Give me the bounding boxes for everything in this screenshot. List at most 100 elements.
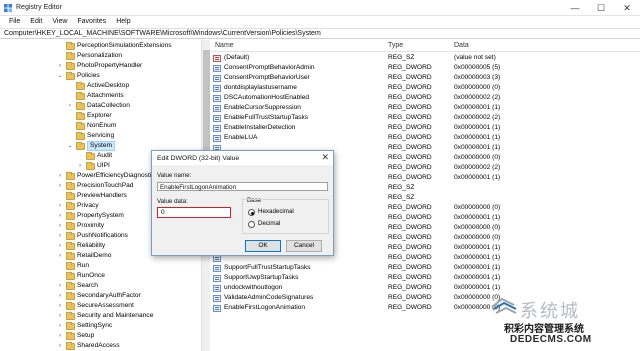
tree-item[interactable]: Explorer <box>0 111 200 121</box>
value-row[interactable]: dontdisplaylastusername REG_DWORD 0x000000… <box>211 83 640 93</box>
value-type: REG_DWORD <box>388 84 432 91</box>
tree-item-label: Run <box>77 262 90 269</box>
radio-selected-icon[interactable] <box>248 209 255 216</box>
tree-item[interactable]: Servicing <box>0 131 200 141</box>
column-name-header[interactable]: Name <box>215 42 234 49</box>
chevron-right-icon[interactable]: › <box>56 321 64 331</box>
tree-item-label: SecondaryAuthFactor <box>77 292 141 299</box>
value-row[interactable]: EnableFullTrustStartupTasks REG_DWORD 0x00… <box>211 113 640 123</box>
column-data-header[interactable]: Data <box>454 42 469 49</box>
chevron-right-icon[interactable]: › <box>56 291 64 301</box>
chevron-right-icon[interactable]: › <box>56 311 64 321</box>
value-type: REG_DWORD <box>388 104 432 111</box>
chevron-right-icon[interactable]: › <box>56 331 64 341</box>
chevron-right-icon[interactable]: › <box>56 341 64 351</box>
tree-item-label: Search <box>77 282 98 289</box>
value-name-field[interactable]: EnableFirstLogonAnimation <box>157 182 328 191</box>
tree-item[interactable]: ⌄ Policies <box>0 71 200 81</box>
tree-item[interactable]: › SettingSync <box>0 321 200 331</box>
chevron-right-icon[interactable]: › <box>76 161 84 171</box>
chevron-right-icon[interactable]: › <box>56 301 64 311</box>
value-row[interactable]: ConsentPromptBehaviorUser REG_DWORD 0x0000… <box>211 73 640 83</box>
dword-value-icon <box>213 75 221 82</box>
tree-item[interactable]: › SecondaryAuthFactor <box>0 291 200 301</box>
value-data: 0x00000001 (1) <box>454 104 501 111</box>
value-row[interactable]: ConsentPromptBehaviorAdmin REG_DWORD 0x000… <box>211 63 640 73</box>
chevron-right-icon[interactable]: › <box>56 231 64 241</box>
watermark-url: DEDECMS.COM <box>510 334 592 345</box>
dword-value-icon <box>213 115 221 122</box>
tree-item[interactable]: › Setup <box>0 331 200 341</box>
tree-item[interactable]: PerceptionSimulationExtensions <box>0 41 200 51</box>
chevron-right-icon[interactable]: › <box>66 101 74 111</box>
tree-item-label: Explorer <box>87 112 112 119</box>
tree-item-label: SharedAccess <box>77 342 120 349</box>
chevron-right-icon[interactable]: › <box>56 171 64 181</box>
tree-item-label: PropertySystem <box>77 212 124 219</box>
folder-icon <box>66 182 75 190</box>
chevron-right-icon[interactable]: › <box>56 211 64 221</box>
cancel-button[interactable]: Cancel <box>286 240 322 252</box>
close-button[interactable]: ✕ <box>614 0 640 16</box>
tree-item[interactable]: › Security and Maintenance <box>0 311 200 321</box>
chevron-right-icon[interactable]: › <box>56 61 64 71</box>
radio-unselected-icon[interactable] <box>248 221 255 228</box>
menu-favorites[interactable]: Favorites <box>72 16 111 28</box>
tree-item[interactable]: › PhotoPropertyHandler <box>0 61 200 71</box>
value-data: 0x00000001 (1) <box>454 264 501 271</box>
tree-item[interactable]: RunOnce <box>0 271 200 281</box>
value-row[interactable]: SupportUwpStartupTasks REG_DWORD 0x0000000… <box>211 273 640 283</box>
tree-item[interactable]: › SharedAccess <box>0 341 200 351</box>
value-data-field[interactable]: 0 <box>157 207 231 218</box>
folder-icon <box>66 292 75 300</box>
value-name: EnableLUA <box>224 134 258 141</box>
value-data: 0x00000001 (1) <box>454 134 501 141</box>
folder-icon <box>76 102 85 110</box>
chevron-right-icon[interactable]: › <box>56 241 64 251</box>
menu-edit[interactable]: Edit <box>25 16 47 28</box>
chevron-right-icon[interactable]: › <box>56 221 64 231</box>
tree-item[interactable]: › SecureAssessment <box>0 301 200 311</box>
value-row[interactable]: SupportFullTrustStartupTasks REG_DWORD 0x0… <box>211 263 640 273</box>
chevron-right-icon[interactable]: › <box>56 181 64 191</box>
folder-icon <box>66 232 75 240</box>
menu-file[interactable]: File <box>4 16 25 28</box>
folder-icon <box>76 82 85 90</box>
menu-help[interactable]: Help <box>111 16 135 28</box>
value-row[interactable]: EnableCursorSuppression REG_DWORD 0x000000… <box>211 103 640 113</box>
tree-item-label: System <box>87 141 115 151</box>
chevron-right-icon[interactable]: › <box>56 281 64 291</box>
tree-item[interactable]: NonEnum <box>0 121 200 131</box>
chevron-down-icon[interactable]: ⌄ <box>56 71 64 81</box>
value-row[interactable]: (Default) REG_SZ (value not set) <box>211 53 640 63</box>
tree-item-label: PowerEfficiencyDiagnostic <box>77 172 155 179</box>
ok-button[interactable]: OK <box>245 240 281 252</box>
tree-item[interactable]: Personalization <box>0 51 200 61</box>
value-row[interactable]: undockwithoutlogon REG_DWORD 0x00000001 (1… <box>211 283 640 293</box>
tree-item[interactable]: ActiveDesktop <box>0 81 200 91</box>
value-row[interactable]: DSCAutomationHostEnabled REG_DWORD 0x00000… <box>211 93 640 103</box>
dialog-close-icon[interactable]: ✕ <box>321 152 329 163</box>
minimize-button[interactable]: — <box>562 0 588 16</box>
tree-item[interactable]: Run <box>0 261 200 271</box>
chevron-right-icon[interactable]: › <box>56 201 64 211</box>
value-row[interactable]: EnableInstallerDetection REG_DWORD 0x00000… <box>211 123 640 133</box>
folder-icon <box>66 242 75 250</box>
tree-item[interactable]: › Search <box>0 281 200 291</box>
chevron-right-icon[interactable]: › <box>56 251 64 261</box>
folder-icon <box>66 252 75 260</box>
dword-value-icon <box>213 125 221 132</box>
value-type: REG_SZ <box>388 194 415 201</box>
watermark-tagline: 积彩内容管理系统 <box>504 324 584 335</box>
value-row[interactable]: EnableLUA REG_DWORD 0x00000001 (1) <box>211 133 640 143</box>
maximize-button[interactable]: ☐ <box>588 0 614 16</box>
chevron-down-icon[interactable]: ⌄ <box>66 141 74 151</box>
address-bar[interactable]: Computer\HKEY_LOCAL_MACHINE\SOFTWARE\Mic… <box>0 28 640 39</box>
tree-item[interactable]: › DataCollection <box>0 101 200 111</box>
column-type-header[interactable]: Type <box>388 42 403 49</box>
folder-icon <box>66 302 75 310</box>
tree-item-label: Setup <box>77 332 95 339</box>
value-data: 0x00000001 (1) <box>454 214 501 221</box>
menu-view[interactable]: View <box>47 16 72 28</box>
tree-item[interactable]: Attachments <box>0 91 200 101</box>
